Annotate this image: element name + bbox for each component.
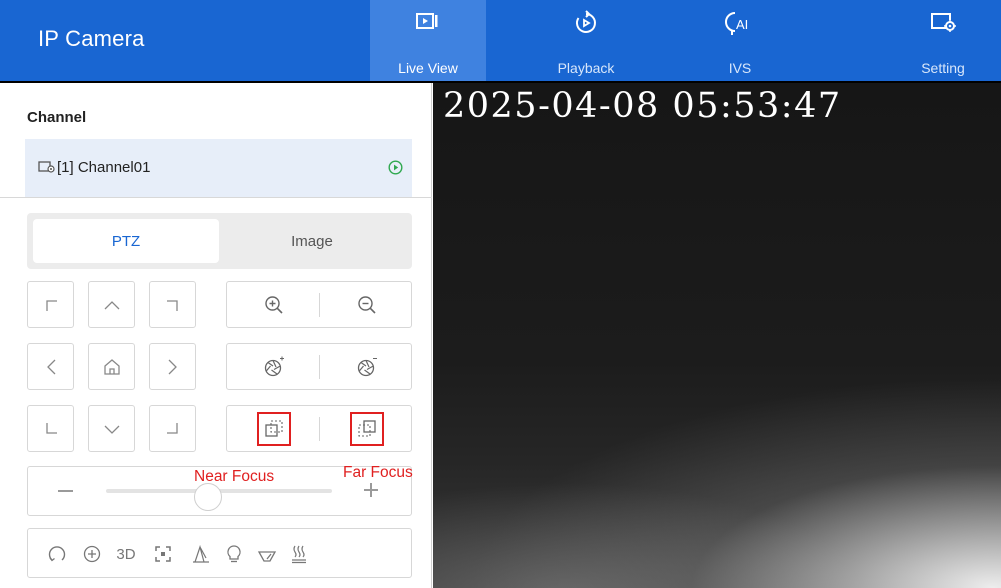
- light-button[interactable]: [221, 541, 247, 567]
- scan-icon: [48, 546, 66, 562]
- 3d-label: 3D: [116, 545, 136, 563]
- tab-ivs-label: IVS: [728, 60, 752, 76]
- iris-controls: [226, 343, 412, 390]
- tab-setting-label: Setting: [921, 60, 965, 76]
- play-circle-icon[interactable]: [388, 160, 403, 180]
- tab-playback[interactable]: Playback: [528, 0, 644, 81]
- home-icon: [103, 358, 120, 375]
- preset-button[interactable]: [79, 541, 105, 567]
- focus-controls: [226, 405, 412, 452]
- arrow-up-right-icon: [166, 299, 178, 311]
- speed-increase-button[interactable]: [364, 483, 378, 497]
- iris-close-icon: [357, 357, 377, 376]
- ptz-down-right-button[interactable]: [149, 405, 196, 452]
- heater-icon: [292, 545, 306, 564]
- video-timestamp: 2025-04-08 05:53:47: [443, 86, 842, 126]
- tab-image[interactable]: Image: [219, 219, 405, 263]
- live-video-view[interactable]: 2025-04-08 05:53:47: [433, 83, 1001, 588]
- chevron-down-icon: [104, 425, 119, 434]
- center-button[interactable]: [150, 541, 176, 567]
- ptz-left-button[interactable]: [27, 343, 74, 390]
- ptz-up-left-button[interactable]: [27, 281, 74, 328]
- chevron-right-icon: [168, 359, 177, 374]
- setting-icon: [885, 10, 1001, 36]
- speed-slider-handle[interactable]: [193, 483, 222, 511]
- chevron-up-icon: [104, 300, 119, 309]
- top-header: IP Camera Live View Playback AI IVS Sett…: [0, 0, 1001, 83]
- ivs-icon: AI: [682, 10, 798, 36]
- iris-open-button[interactable]: [227, 344, 320, 389]
- ptz-up-right-button[interactable]: [149, 281, 196, 328]
- scan-button[interactable]: [44, 541, 70, 567]
- control-sidebar: Channel [1] Channel01 PTZ Image Near Foc…: [0, 83, 432, 588]
- heater-button[interactable]: [286, 541, 312, 567]
- near-focus-icon: [264, 419, 283, 437]
- ptz-image-switch: PTZ Image: [27, 213, 412, 269]
- zoom-controls: [226, 281, 412, 328]
- arrow-up-left-icon: [45, 299, 57, 311]
- arrow-down-right-icon: [166, 422, 178, 434]
- ptz-down-left-button[interactable]: [27, 405, 74, 452]
- arrow-down-left-icon: [45, 422, 57, 434]
- near-focus-button[interactable]: [227, 406, 320, 451]
- tab-live-view[interactable]: Live View: [370, 0, 486, 81]
- iris-open-icon: [264, 356, 284, 376]
- zoom-in-icon: [264, 295, 283, 314]
- sidebar-divider: [0, 197, 432, 198]
- svg-text:AI: AI: [736, 17, 748, 32]
- far-focus-button[interactable]: [320, 406, 413, 451]
- wiper-icon: [193, 544, 209, 563]
- wiper-button[interactable]: [188, 541, 214, 567]
- speed-decrease-button[interactable]: [58, 490, 73, 492]
- tab-ivs[interactable]: AI IVS: [682, 0, 798, 81]
- near-focus-annotation: Near Focus: [194, 468, 275, 485]
- zoom-in-button[interactable]: [227, 282, 320, 327]
- far-focus-highlight: [349, 411, 384, 446]
- ptz-down-button[interactable]: [88, 405, 135, 452]
- channel-heading: Channel: [27, 109, 87, 126]
- far-focus-icon: [357, 419, 376, 437]
- iris-close-button[interactable]: [320, 344, 413, 389]
- far-focus-annotation: Far Focus: [343, 464, 413, 481]
- chevron-left-icon: [46, 359, 55, 374]
- crosshair-icon: [83, 545, 101, 563]
- live-view-icon: [370, 10, 486, 36]
- 3d-positioning-button[interactable]: 3D: [111, 541, 141, 567]
- ptz-home-button[interactable]: [88, 343, 135, 390]
- tab-setting[interactable]: Setting: [885, 0, 1001, 81]
- light-icon: [227, 545, 241, 563]
- camera-icon: [38, 160, 55, 179]
- ptz-right-button[interactable]: [149, 343, 196, 390]
- ptz-function-toolbar: 3D: [27, 528, 412, 578]
- tab-live-view-label: Live View: [398, 60, 458, 76]
- channel-name: [1] Channel01: [57, 159, 151, 176]
- zoom-out-icon: [357, 295, 376, 314]
- speed-mode-button[interactable]: [254, 541, 280, 567]
- center-icon: [155, 546, 171, 562]
- tab-ptz[interactable]: PTZ: [33, 219, 219, 263]
- ptz-up-button[interactable]: [88, 281, 135, 328]
- zoom-out-button[interactable]: [320, 282, 413, 327]
- playback-icon: [528, 10, 644, 36]
- tab-playback-label: Playback: [557, 60, 615, 76]
- near-focus-highlight: [256, 411, 291, 446]
- app-title: IP Camera: [38, 26, 145, 51]
- speed-icon: [257, 551, 277, 562]
- channel-list-item[interactable]: [1] Channel01: [25, 139, 412, 197]
